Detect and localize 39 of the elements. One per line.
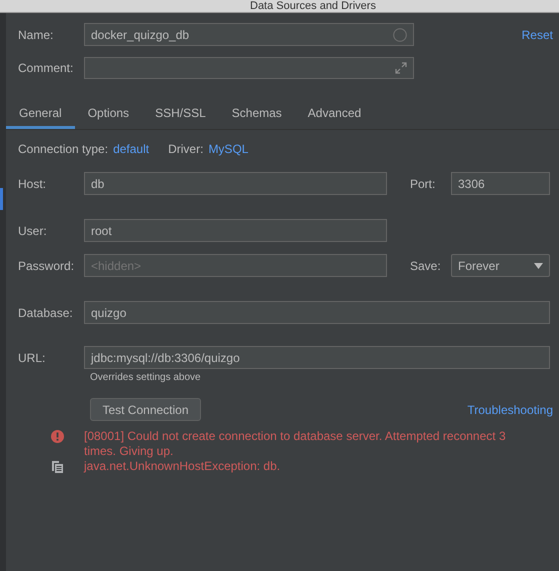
- tab[interactable]: General: [6, 100, 75, 129]
- driver-link[interactable]: MySQL: [208, 142, 248, 156]
- host-field[interactable]: db: [84, 172, 387, 195]
- name-label: Name:: [18, 28, 54, 42]
- comment-label: Comment:: [18, 61, 74, 75]
- error-icon: [51, 430, 64, 443]
- save-dropdown[interactable]: Forever: [451, 254, 550, 277]
- save-label: Save:: [410, 258, 442, 272]
- expand-icon[interactable]: [395, 62, 407, 74]
- caret-icon: [534, 262, 543, 268]
- user-field[interactable]: root: [84, 219, 387, 242]
- user-label: User:: [18, 224, 48, 238]
- troubleshooting-link[interactable]: Troubleshooting: [467, 402, 553, 416]
- copy-icon[interactable]: [51, 460, 64, 473]
- test-connection-button[interactable]: Test Connection: [90, 398, 201, 421]
- driver-label: Driver:: [168, 142, 204, 156]
- port-field[interactable]: 3306: [451, 172, 550, 195]
- url-label: URL:: [18, 350, 46, 364]
- connection-type-link[interactable]: default: [113, 142, 150, 156]
- url-hint: Overrides settings above: [90, 372, 202, 383]
- database-field[interactable]: quizgo: [84, 301, 550, 324]
- database-label: Database:: [18, 306, 74, 320]
- window-title: Data Sources and Drivers: [250, 0, 376, 12]
- connection-type-label: Connection type:: [18, 142, 108, 156]
- host-label: Host:: [18, 176, 48, 190]
- port-label: Port:: [410, 176, 436, 190]
- url-field[interactable]: jdbc:mysql://db:3306/quizgo: [84, 346, 550, 369]
- password-label: Password:: [18, 258, 76, 272]
- tab[interactable]: SSH/SSL: [142, 100, 219, 129]
- circle-icon[interactable]: [393, 28, 407, 42]
- tab[interactable]: Advanced: [294, 100, 374, 129]
- exception-message: java.net.UnknownHostException: db.: [84, 459, 282, 474]
- comment-field[interactable]: [84, 57, 414, 79]
- name-field[interactable]: docker_quizgo_db: [84, 23, 414, 46]
- tab[interactable]: Options: [74, 100, 142, 129]
- tab[interactable]: Schemas: [218, 100, 295, 129]
- reset-link[interactable]: Reset: [522, 28, 553, 42]
- selection-marker: [0, 188, 3, 210]
- error-message: [08001] Could not create connection to database server. Attempted reconnect 3 times. Giving up.: [84, 429, 507, 459]
